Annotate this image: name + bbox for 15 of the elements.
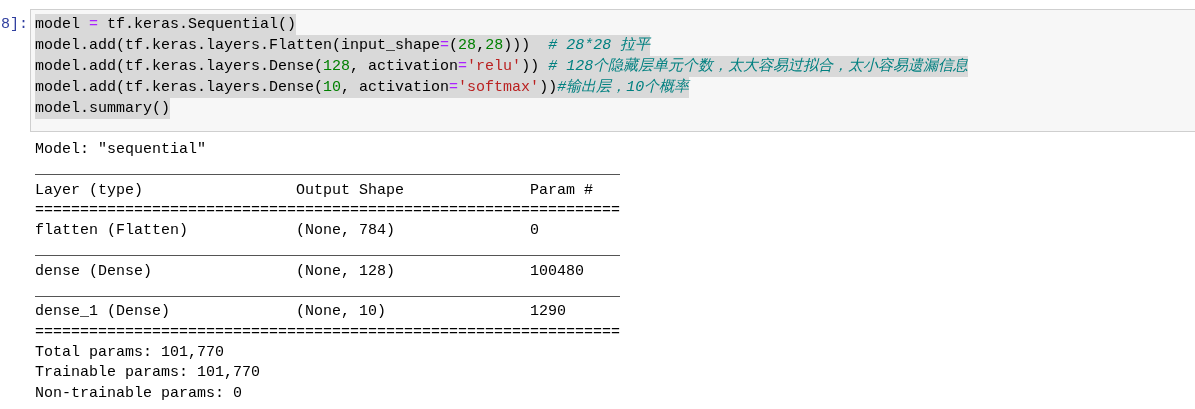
output-line: _________________________________________________________________ (35, 161, 621, 179)
output-line: Layer (type) Output Shape Param # (35, 181, 594, 199)
output-line: Model: "sequential" (35, 141, 207, 158)
output-line: _________________________________________________________________ (35, 242, 621, 260)
output-line: ================================================================= (35, 323, 621, 341)
output-line: flatten (Flatten) (None, 784) 0 (35, 222, 540, 240)
output-line: Non-trainable params: 0 (35, 384, 243, 402)
output-line: Trainable params: 101,770 (35, 364, 261, 382)
code-cell[interactable] (30, 9, 1195, 132)
output-line: dense (Dense) (None, 128) 100480 (35, 262, 585, 280)
cell-prompt: 8]: (0, 15, 29, 35)
output-line: ================================================================= (35, 201, 621, 219)
output-line: _________________________________________________________________ (35, 283, 621, 301)
output-line: Total params: 101,770 (35, 343, 225, 361)
output-line: dense_1 (Dense) (None, 10) 1290 (35, 303, 567, 321)
